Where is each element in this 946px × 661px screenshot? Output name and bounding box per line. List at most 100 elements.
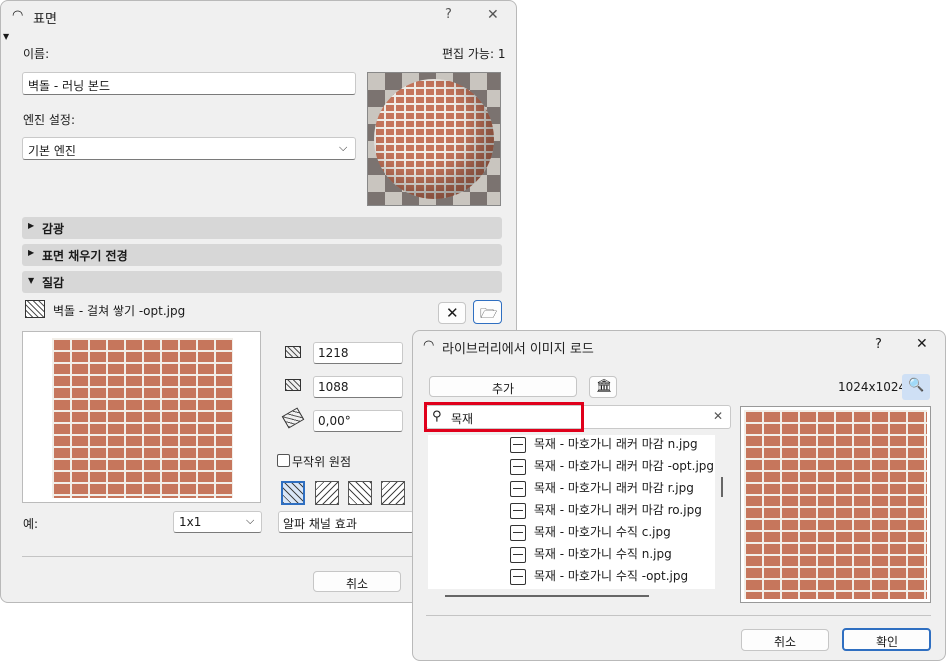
list-item[interactable]: 목재 - 마호가니 수직 -opt.jpg: [510, 567, 688, 589]
list-item-label: 목재 - 마호가니 수직 -opt.jpg: [533, 569, 689, 583]
help-button[interactable]: ?: [875, 337, 882, 352]
texture-preview: [22, 331, 261, 503]
list-item-label: 목재 - 마호가니 래커 마감 n.jpg: [533, 437, 698, 451]
width-value: 1218: [318, 346, 349, 360]
search-highlight: [424, 402, 584, 432]
app-icon: ◠: [423, 338, 435, 353]
image-list[interactable]: 목재 - 마호가니 래커 마감 n.jpg 목재 - 마호가니 래커 마감 -o…: [428, 435, 715, 589]
cancel-button-label: 취소: [774, 635, 797, 649]
edit-count: 편집 가능: 1: [442, 47, 506, 61]
image-file-icon: [510, 436, 526, 453]
library-button[interactable]: 🏛: [589, 376, 617, 398]
pattern-button-4[interactable]: [381, 481, 405, 505]
section-label: 감광: [42, 222, 65, 236]
engine-label: 엔진 설정:: [23, 113, 76, 127]
texture-image: [52, 338, 233, 498]
section-illumination[interactable]: ▶ 감광: [22, 217, 502, 239]
section-fill-foreground[interactable]: ▶ 표면 채우기 전경: [22, 244, 502, 266]
remove-texture-button[interactable]: ✕: [438, 302, 466, 324]
alpha-select-value: 알파 채널 효과: [283, 517, 357, 531]
width-icon: [285, 346, 301, 358]
help-button[interactable]: ?: [445, 7, 452, 22]
section-label: 표면 채우기 전경: [42, 249, 128, 263]
random-origin-checkbox[interactable]: [277, 454, 290, 467]
app-icon: ◠: [12, 8, 24, 23]
image-file-icon: [510, 502, 526, 519]
list-item-label: 목재 - 마호가니 수직 c.jpg: [533, 525, 671, 539]
height-value: 1088: [318, 380, 349, 394]
name-field[interactable]: 벽돌 - 러닝 본드: [22, 72, 356, 95]
example-select[interactable]: 1x1 ⌵: [173, 511, 262, 533]
ok-button[interactable]: 확인: [842, 628, 931, 651]
image-file-icon: [510, 524, 526, 541]
list-item-label: 목재 - 마호가니 래커 마감 -opt.jpg: [533, 459, 715, 473]
list-item-label: 목재 - 마호가니 래커 마감 ro.jpg: [533, 503, 702, 517]
angle-field[interactable]: 0,00°: [313, 410, 403, 432]
magnifier-page-icon: 🔍: [908, 378, 925, 393]
alpha-select[interactable]: 알파 채널 효과: [278, 511, 414, 533]
library-icon: 🏛: [596, 379, 613, 394]
preview-sphere: [374, 79, 494, 199]
list-item[interactable]: 목재 - 마호가니 수직 c.jpg: [510, 523, 671, 545]
resolution-label: 1024x1024: [838, 380, 907, 394]
cancel-button[interactable]: 취소: [313, 571, 401, 592]
chevron-right-icon: ▶: [28, 248, 35, 257]
list-item[interactable]: 목재 - 마호가니 래커 마감 -opt.jpg: [510, 457, 714, 479]
height-icon: [285, 379, 301, 391]
ok-button-label: 확인: [876, 635, 899, 649]
collapse-arrow-icon[interactable]: ▼: [3, 32, 9, 41]
texture-file-icon: [25, 300, 45, 318]
engine-select-value: 기본 엔진: [28, 144, 76, 158]
section-texture[interactable]: ▼ 질감: [22, 271, 502, 293]
width-field[interactable]: 1218: [313, 342, 403, 364]
chevron-right-icon: ▶: [28, 221, 35, 230]
cancel-button[interactable]: 취소: [741, 629, 829, 651]
list-item[interactable]: 목재 - 마호가니 래커 마감 r.jpg: [510, 479, 694, 501]
folder-icon: 🗁: [480, 306, 498, 322]
list-item[interactable]: 목재 - 마호가니 래커 마감 ro.jpg: [510, 501, 702, 523]
chevron-down-icon: ▼: [28, 276, 35, 285]
divider: [426, 615, 931, 616]
x-icon: ✕: [446, 304, 459, 322]
chevron-down-icon: ⌵: [339, 141, 348, 154]
add-button[interactable]: 추가: [429, 376, 577, 397]
preview-image: [744, 410, 927, 599]
height-field[interactable]: 1088: [313, 376, 403, 398]
list-item-label: 목재 - 마호가니 래커 마감 r.jpg: [533, 481, 694, 495]
surface-dialog-title: 표면: [33, 12, 57, 27]
close-icon[interactable]: ✕: [916, 336, 928, 352]
name-label: 이름:: [23, 47, 50, 61]
angle-icon: [281, 407, 305, 429]
chevron-down-icon: ⌵: [246, 514, 255, 527]
texture-name: 벽돌 - 걸쳐 쌓기 -opt.jpg: [53, 304, 186, 318]
image-file-icon: [510, 458, 526, 475]
example-label: 예:: [23, 517, 39, 531]
preview-toggle-button[interactable]: 🔍: [902, 374, 930, 400]
cancel-button-label: 취소: [346, 577, 369, 591]
angle-value: 0,00°: [318, 414, 351, 428]
close-icon[interactable]: ✕: [487, 7, 499, 23]
image-file-icon: [510, 568, 526, 585]
engine-select[interactable]: 기본 엔진 ⌵: [22, 137, 356, 160]
pattern-button-3[interactable]: [348, 481, 372, 505]
image-file-icon: [510, 546, 526, 563]
material-preview: [367, 72, 501, 206]
library-dialog-title: 라이브러리에서 이미지 로드: [442, 342, 594, 357]
clear-search-icon[interactable]: ✕: [713, 409, 723, 423]
list-item-label: 목재 - 마호가니 수직 n.jpg: [533, 547, 672, 561]
divider: [22, 556, 414, 557]
vertical-scrollbar-thumb[interactable]: [721, 477, 723, 497]
horizontal-scrollbar-thumb[interactable]: [445, 595, 649, 597]
list-item[interactable]: 목재 - 마호가니 래커 마감 n.jpg: [510, 435, 698, 457]
image-preview: [740, 406, 931, 603]
example-select-value: 1x1: [179, 515, 202, 529]
image-file-icon: [510, 480, 526, 497]
open-texture-button[interactable]: 🗁: [473, 300, 502, 324]
pattern-button-2[interactable]: [315, 481, 339, 505]
pattern-button-1[interactable]: [281, 481, 305, 505]
name-field-value: 벽돌 - 러닝 본드: [28, 79, 111, 93]
add-button-label: 추가: [492, 382, 515, 396]
list-item[interactable]: 목재 - 마호가니 수직 n.jpg: [510, 545, 672, 567]
section-label: 질감: [42, 276, 65, 290]
library-dialog: ◠ 라이브러리에서 이미지 로드 ? ✕ 추가 🏛 1024x1024 🔍 ⚲ …: [412, 330, 946, 661]
